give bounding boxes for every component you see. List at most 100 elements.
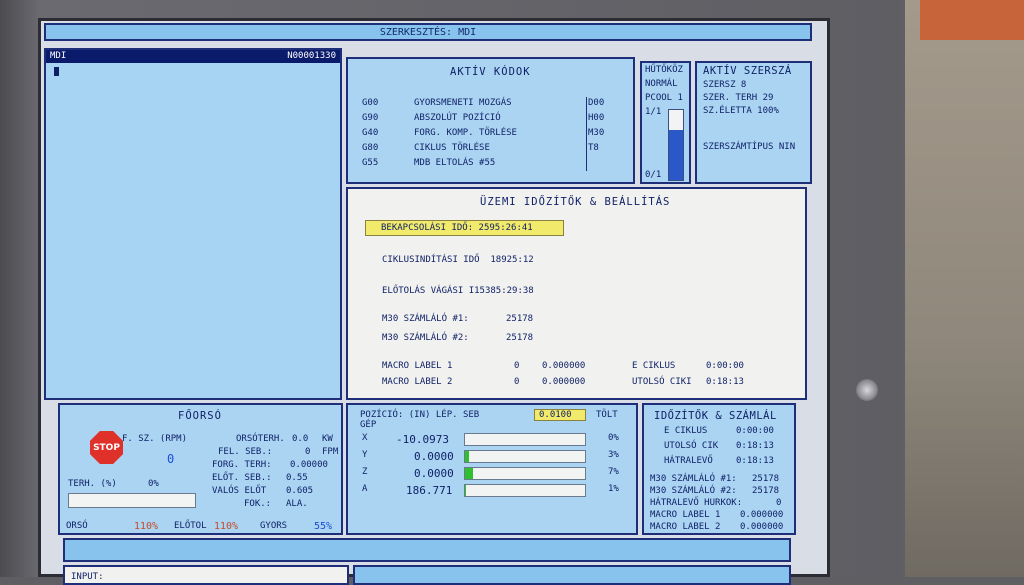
tc-e-cycle: 0:00:00 bbox=[736, 426, 774, 436]
gear-value: ALA. bbox=[286, 499, 308, 509]
chip-load: 0.00000 bbox=[290, 460, 328, 470]
tool-load: SZER. TERH 29 bbox=[703, 93, 774, 103]
timers-counters-title: IDŐZÍTŐK & SZÁMLÁL bbox=[654, 410, 777, 422]
stop-icon: STOP bbox=[90, 431, 123, 464]
macro-2-value: 0.000000 bbox=[542, 377, 586, 387]
tc-m30-1-label: M30 SZÁMLÁLÓ #1: bbox=[650, 474, 737, 484]
spindle-title: FŐORSÓ bbox=[178, 410, 222, 422]
tc-last: 0:18:13 bbox=[736, 441, 774, 451]
macro-label-1: MACRO LABEL 1 bbox=[382, 361, 453, 371]
spindle-load-pct: 0% bbox=[148, 479, 159, 489]
last-cycle-time: 0:18:13 bbox=[706, 377, 744, 387]
power-on-highlight[interactable]: BEKAPCSOLÁSI IDŐ: 2595:26:41 bbox=[365, 220, 564, 236]
spindle-speed: 0 bbox=[167, 452, 175, 466]
jog-step-field[interactable]: 0.0100 bbox=[534, 409, 586, 421]
m30-counter-2-label: M30 SZÁMLÁLÓ #2: bbox=[382, 333, 469, 343]
tc-macro-2: 0.000000 bbox=[740, 522, 784, 532]
active-codes-panel: AKTÍV KÓDOK G00 GYORSMENETI MOZGÁS D00 G… bbox=[346, 57, 635, 184]
chip-load-label: FORG. TERH: bbox=[212, 460, 272, 470]
tc-loops-label: HÁTRALEVŐ HURKOK: bbox=[650, 498, 743, 508]
spindle-load: 0.0 bbox=[292, 434, 309, 444]
active-codes-title: AKTÍV KÓDOK bbox=[450, 66, 531, 78]
machine-label: GÉP bbox=[360, 420, 377, 430]
position-panel: POZÍCIÓ: (IN) LÉP. SEB 0.0100 TÖLT GÉP X… bbox=[346, 403, 638, 535]
mode-title-bar: SZERKESZTÉS: MDI bbox=[44, 23, 812, 41]
coolant-level-bar bbox=[668, 109, 684, 181]
coolant-pcool: PCOOL 1 bbox=[645, 93, 683, 103]
coolant-status: NORMÁL bbox=[645, 79, 678, 89]
gear-label: FOK.: bbox=[244, 499, 272, 509]
actual-feed-label: VALÓS ELŐT bbox=[212, 486, 267, 496]
tool-type: SZERSZÁMTÍPUS NIN bbox=[703, 142, 796, 152]
input-label: INPUT: bbox=[71, 572, 104, 582]
timers-title: ÜZEMI IDŐZÍTŐK & BEÁLLÍTÁS bbox=[480, 196, 671, 208]
power-on-time: BEKAPCSOLÁSI IDŐ: 2595:26:41 bbox=[381, 223, 533, 233]
tc-m30-2: 25178 bbox=[752, 486, 780, 496]
tc-loops: 0 bbox=[776, 498, 782, 508]
text-cursor[interactable] bbox=[54, 67, 59, 76]
spindle-panel: FŐORSÓ STOP F. SZ. (RPM) 0 ORSÓTERH. 0.0… bbox=[58, 403, 343, 535]
m30-counter-1-label: M30 SZÁMLÁLÓ #1: bbox=[382, 314, 469, 324]
macro-1-count: 0 bbox=[514, 361, 520, 371]
status-area bbox=[353, 565, 791, 585]
active-tool-title: AKTÍV SZERSZÁ bbox=[703, 65, 792, 77]
feed-override: 110% bbox=[214, 521, 239, 532]
tc-last-label: UTOLSÓ CIK bbox=[664, 441, 719, 451]
position-header: POZÍCIÓ: (IN) LÉP. SEB bbox=[360, 410, 480, 420]
spindle-load-unit: KW bbox=[322, 434, 333, 444]
coolant-title: HŰTŐKÖZ bbox=[645, 65, 683, 75]
mdi-label: MDI bbox=[50, 51, 67, 61]
message-bar bbox=[63, 538, 791, 562]
feed-override-label: ELŐTOL bbox=[174, 521, 207, 531]
background-shelf bbox=[920, 0, 1024, 40]
tc-remain: 0:18:13 bbox=[736, 456, 774, 466]
last-cycle-label: UTOLSÓ CIKI bbox=[632, 377, 692, 387]
coolant-top: 1/1 bbox=[645, 107, 662, 117]
axis-load-bar bbox=[464, 450, 586, 463]
mdi-header: MDI N00001330 bbox=[46, 50, 340, 63]
tool-life: SZ.ÉLETTA 100% bbox=[703, 106, 779, 116]
coolant-panel: HŰTŐKÖZ NORMÁL PCOOL 1 1/1 0/1 bbox=[640, 61, 691, 184]
spindle-override-label: ORSÓ bbox=[66, 521, 88, 531]
axis-load-bar bbox=[464, 484, 586, 497]
tc-macro-1-label: MACRO LABEL 1 bbox=[650, 510, 721, 520]
mdi-program-panel[interactable]: MDI N00001330 bbox=[44, 48, 342, 400]
rapid-override-label: GYORS bbox=[260, 521, 288, 531]
surface-speed-unit: FPM bbox=[322, 447, 339, 457]
macro-2-count: 0 bbox=[514, 377, 520, 387]
coolant-level-fill bbox=[669, 129, 683, 180]
feed-cut-time: ELŐTOLÁS VÁGÁSI I15385:29:38 bbox=[382, 286, 534, 296]
macro-1-value: 0.000000 bbox=[542, 361, 586, 371]
spindle-speed-label: F. SZ. (RPM) bbox=[122, 434, 188, 444]
tc-m30-2-label: M30 SZÁMLÁLÓ #2: bbox=[650, 486, 737, 496]
feed-rate: 0.55 bbox=[286, 473, 308, 483]
spindle-load-bar bbox=[68, 493, 196, 508]
axis-load-bar bbox=[464, 467, 586, 480]
coolant-bottom: 0/1 bbox=[645, 170, 662, 180]
rapid-override: 55% bbox=[314, 521, 333, 532]
axis-load-bar bbox=[464, 433, 586, 446]
jog-step: 0.0100 bbox=[539, 410, 572, 420]
timers-counters-panel: IDŐZÍTŐK & SZÁMLÁL E CIKLUS 0:00:00 UTOL… bbox=[642, 403, 796, 535]
mode-title: SZERKESZTÉS: MDI bbox=[379, 27, 477, 38]
input-area[interactable]: INPUT: bbox=[63, 565, 349, 585]
fill-label: TÖLT bbox=[596, 410, 618, 420]
cnc-screen: SZERKESZTÉS: MDI MDI N00001330 AKTÍV KÓD… bbox=[38, 18, 830, 585]
program-number: N00001330 bbox=[287, 51, 336, 61]
spindle-load-label: ORSÓTERH. bbox=[236, 434, 285, 444]
feed-rate-label: ELŐT. SEB.: bbox=[212, 473, 272, 483]
cycle-start-time: CIKLUSINDÍTÁSI IDŐ 18925:12 bbox=[382, 255, 534, 265]
tc-macro-1: 0.000000 bbox=[740, 510, 784, 520]
macro-label-2: MACRO LABEL 2 bbox=[382, 377, 453, 387]
spindle-load-pct-label: TERH. (%) bbox=[68, 479, 117, 489]
tc-macro-2-label: MACRO LABEL 2 bbox=[650, 522, 721, 532]
bezel-screw-icon bbox=[856, 379, 878, 401]
surface-speed-label: FEL. SEB.: bbox=[218, 447, 273, 457]
tc-remain-label: HÁTRALEVŐ bbox=[664, 456, 713, 466]
tc-m30-1: 25178 bbox=[752, 474, 780, 484]
tc-e-cycle-label: E CIKLUS bbox=[664, 426, 708, 436]
surface-speed: 0 bbox=[305, 447, 311, 457]
operating-timers-panel: ÜZEMI IDŐZÍTŐK & BEÁLLÍTÁS BEKAPCSOLÁSI … bbox=[346, 187, 807, 400]
actual-feed: 0.605 bbox=[286, 486, 314, 496]
e-cycle-time: 0:00:00 bbox=[706, 361, 744, 371]
